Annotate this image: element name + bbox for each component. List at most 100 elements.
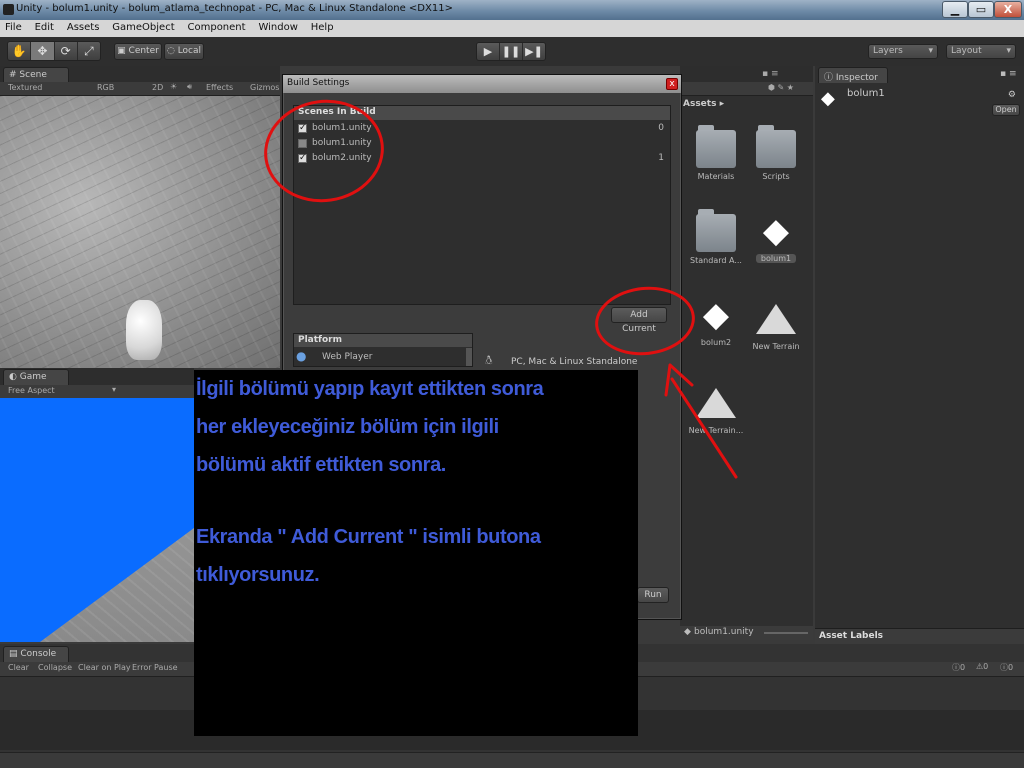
tab-game[interactable]: ◐ Game (3, 369, 69, 385)
asset-new-terrain[interactable]: New Terrain (746, 300, 806, 351)
main-toolbar: ✋ ✥ ⟳ ⤢ ▣ Center ◌ Local ▶ ❚❚ ▶❚ Layers … (0, 37, 1024, 66)
inspector-tab-icon: ⓘ (824, 73, 834, 83)
tab-scene[interactable]: # Scene (3, 67, 69, 83)
window-titlebar: Unity - bolum1.unity - bolum_atlama_tech… (0, 0, 1024, 20)
pivot-center-button[interactable]: ▣ Center (114, 43, 162, 60)
scene-index: 0 (658, 123, 664, 133)
minimize-button[interactable]: ▁ (942, 1, 968, 18)
inspector-menu-icon[interactable]: ▪ ≡ (1000, 69, 1017, 79)
hand-tool-icon[interactable]: ✋ (8, 42, 32, 60)
open-button[interactable]: Open (992, 104, 1020, 116)
rotate-tool-icon[interactable]: ⟳ (55, 42, 78, 60)
warning-count[interactable]: ⚠0 (976, 662, 988, 671)
dialog-titlebar[interactable]: Build Settings (283, 75, 681, 93)
dialog-close-icon[interactable]: x (666, 78, 678, 90)
asset-labels-header: Asset Labels (815, 628, 1024, 644)
unity-app-icon (3, 4, 14, 15)
unity-scene-icon: ◆ (821, 88, 835, 109)
instruction-line: her ekleyeceğiniz bölüm için ilgili (196, 416, 499, 438)
asset-label: bolum2 (700, 338, 732, 347)
status-bar (0, 752, 1024, 768)
2d-toggle[interactable]: 2D (152, 83, 163, 92)
pivot-local-button[interactable]: ◌ Local (164, 43, 204, 60)
center-icon: ▣ (117, 46, 129, 56)
asset-bolum2-scene[interactable]: ◆ bolum2 (686, 296, 746, 347)
platform-scrollbar[interactable] (466, 348, 472, 366)
aspect-dropdown[interactable]: Free Aspect (8, 386, 55, 395)
folder-icon (756, 125, 796, 168)
dialog-title: Build Settings (287, 78, 350, 88)
center-label: Center (128, 46, 159, 56)
instruction-line: Ekranda " Add Current " isimli butona (196, 526, 541, 548)
game-viewport[interactable] (0, 398, 194, 642)
terrain-icon (756, 304, 796, 334)
local-icon: ◌ (166, 46, 178, 56)
error-icon: ⓘ (1000, 663, 1008, 672)
tab-console[interactable]: ▤ Console (3, 646, 69, 662)
menu-window[interactable]: Window (253, 20, 302, 35)
error-count[interactable]: ⓘ0 (1000, 662, 1013, 673)
unity-scene-icon: ◆ (762, 211, 790, 251)
clear-button[interactable]: Clear (8, 663, 29, 672)
scene-viewport[interactable] (0, 96, 280, 368)
asset-label: bolum1 (755, 254, 797, 263)
info-count-value: 0 (960, 663, 966, 672)
console-tab-label: Console (20, 649, 57, 659)
platform-item-web-player[interactable]: ● Web Player (296, 349, 470, 365)
tab-inspector[interactable]: ⓘ Inspector (818, 67, 888, 83)
platform-item-label: Web Player (322, 352, 373, 362)
layout-dropdown[interactable]: Layout (946, 44, 1016, 59)
hand-cursor-icon (126, 300, 162, 360)
menu-help[interactable]: Help (306, 20, 339, 35)
inspector-object-name: bolum1 (847, 88, 885, 99)
play-button[interactable]: ▶ (477, 43, 500, 60)
effects-dropdown[interactable]: Effects (206, 83, 233, 92)
pause-button[interactable]: ❚❚ (500, 43, 523, 60)
selected-asset-path: bolum1.unity (694, 627, 754, 637)
layers-dropdown[interactable]: Layers (868, 44, 938, 59)
lock-icon[interactable]: ▪ ≡ (762, 69, 779, 79)
info-count[interactable]: ⓘ0 (952, 662, 965, 673)
warning-count-value: 0 (983, 662, 989, 671)
asset-materials-folder[interactable]: Materials (686, 125, 746, 181)
linux-penguin-icon: 🐧︎ (485, 353, 493, 367)
project-footer: ◆ bolum1.unity (680, 626, 813, 640)
inspector-settings-icon[interactable]: ⚙ (1008, 90, 1016, 100)
menu-assets[interactable]: Assets (62, 20, 105, 35)
menu-file[interactable]: File (0, 20, 27, 35)
scale-tool-icon[interactable]: ⤢ (78, 42, 100, 60)
scene-tab-label: Scene (19, 70, 47, 80)
close-window-button[interactable]: X (994, 1, 1022, 18)
menu-component[interactable]: Component (183, 20, 251, 35)
asset-standard-assets-folder[interactable]: Standard A... (686, 209, 746, 265)
build-and-run-button[interactable]: Run (637, 587, 669, 603)
project-toolbar: ⬢ ✎ ★ (680, 82, 813, 96)
folder-icon (696, 125, 736, 168)
asset-scripts-folder[interactable]: Scripts (746, 125, 806, 181)
rgb-dropdown[interactable]: RGB (97, 83, 114, 92)
gizmos-dropdown[interactable]: Gizmos (250, 83, 279, 92)
scene-toolbar: Textured RGB 2D ☀ 🔊︎ Effects Gizmos (0, 82, 280, 96)
lighting-icon[interactable]: ☀ (170, 82, 177, 91)
filter-icons[interactable]: ⬢ ✎ ★ (768, 83, 794, 92)
folder-icon (696, 209, 736, 252)
assets-breadcrumb[interactable]: Assets ▸ (683, 99, 724, 109)
icon-size-slider[interactable] (764, 632, 808, 634)
collapse-button[interactable]: Collapse (38, 663, 72, 672)
move-tool-icon[interactable]: ✥ (31, 42, 55, 60)
game-panel: ◐ Game Free Aspect ▾ (0, 368, 194, 399)
menu-gameobject[interactable]: GameObject (107, 20, 179, 35)
maximize-button[interactable]: ▭ (968, 1, 994, 18)
step-button[interactable]: ▶❚ (523, 43, 545, 60)
asset-bolum1-scene[interactable]: ◆ bolum1 (746, 212, 806, 263)
globe-icon: ● (296, 349, 307, 363)
selected-platform: 🐧︎ PC, Mac & Linux Standalone (485, 353, 637, 369)
clear-on-play-button[interactable]: Clear on Play (78, 663, 131, 672)
menu-edit[interactable]: Edit (30, 20, 59, 35)
project-panel-header: ▪ ≡ ⬢ ✎ ★ (680, 66, 813, 96)
instruction-line: İlgili bölümü yapıp kayıt ettikten sonra (196, 378, 544, 400)
error-pause-button[interactable]: Error Pause (132, 663, 178, 672)
audio-icon[interactable]: 🔊︎ (187, 82, 192, 92)
inspector-panel: ⓘ Inspector ▪ ≡ ◆ bolum1 ⚙ Open Asset La… (815, 66, 1024, 644)
textured-dropdown[interactable]: Textured (8, 83, 42, 92)
